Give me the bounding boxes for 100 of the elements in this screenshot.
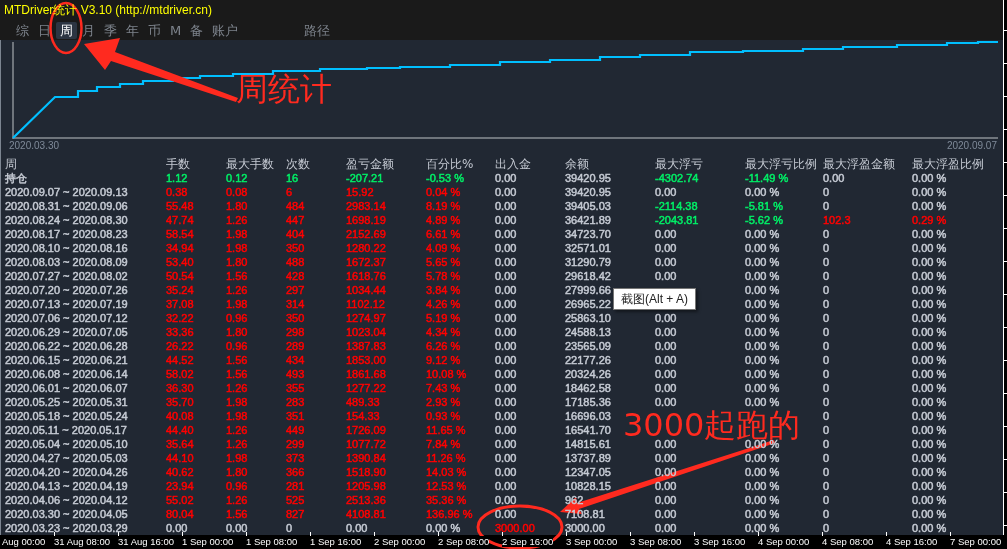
table-cell: 31290.79 bbox=[565, 255, 611, 269]
row-label: 2020.04.20 ~ 2020.04.26 bbox=[5, 465, 128, 479]
table-cell: 0.00 % bbox=[745, 269, 780, 283]
table-cell: 0 bbox=[823, 227, 830, 241]
table-cell: 0.00 bbox=[495, 353, 517, 367]
table-cell: 13737.89 bbox=[565, 451, 611, 465]
table-cell: 0 bbox=[823, 493, 830, 507]
time-axis-label: 4 Sep 00:00 bbox=[758, 536, 810, 547]
tab[interactable]: 币 bbox=[144, 21, 165, 39]
table-cell: 36421.89 bbox=[565, 213, 611, 227]
row-label: 2020.08.17 ~ 2020.08.23 bbox=[5, 227, 128, 241]
path-tab[interactable]: 路径 bbox=[300, 21, 335, 39]
table-cell: 0 bbox=[823, 325, 830, 339]
table-cell: 351 bbox=[286, 409, 305, 423]
time-axis-label: 2 Sep 00:00 bbox=[374, 536, 426, 547]
table-cell: 39420.95 bbox=[565, 185, 611, 199]
table-cell: 12.53 % bbox=[426, 479, 467, 493]
table-cell: 0 bbox=[823, 381, 830, 395]
table-cell: 0.00 bbox=[655, 451, 677, 465]
column-header: 盈亏金额 bbox=[346, 157, 394, 171]
table-cell: 0.00 bbox=[655, 507, 677, 521]
table-cell: 39420.95 bbox=[565, 171, 611, 185]
table-cell: 6 bbox=[286, 185, 293, 199]
table-cell: 1.98 bbox=[226, 395, 248, 409]
column-header: 最大手数 bbox=[226, 157, 274, 171]
table-cell: 0.12 bbox=[226, 171, 248, 185]
tab[interactable]: 月 bbox=[78, 21, 99, 39]
table-cell: 1205.98 bbox=[346, 479, 386, 493]
table-cell: 0.00 % bbox=[912, 339, 947, 353]
table-cell: 0 bbox=[823, 451, 830, 465]
table-cell: 0.00 % bbox=[745, 227, 780, 241]
row-label: 2020.05.18 ~ 2020.05.24 bbox=[5, 409, 128, 423]
table-cell: 4.34 % bbox=[426, 325, 461, 339]
table-cell: 0 bbox=[823, 465, 830, 479]
table-cell: 0.00 bbox=[655, 521, 677, 535]
table-cell: 1274.97 bbox=[346, 311, 386, 325]
tab[interactable]: 周 bbox=[56, 21, 77, 39]
table-cell: 0 bbox=[286, 521, 293, 535]
table-cell: 1.56 bbox=[226, 269, 248, 283]
column-header: 手数 bbox=[166, 157, 190, 171]
table-cell: 0 bbox=[823, 521, 830, 535]
table-cell: 6.26 % bbox=[426, 339, 461, 353]
table-cell: 0.00 % bbox=[912, 269, 947, 283]
table-cell: 366 bbox=[286, 465, 305, 479]
table-cell: 0.00 % bbox=[745, 339, 780, 353]
table-cell: 40.62 bbox=[166, 465, 194, 479]
table-cell: 7.43 % bbox=[426, 381, 461, 395]
table-cell: 10828.15 bbox=[565, 479, 611, 493]
row-label: 2020.04.06 ~ 2020.04.12 bbox=[5, 493, 128, 507]
table-cell: 0 bbox=[823, 353, 830, 367]
table-cell: 489.33 bbox=[346, 395, 380, 409]
table-cell: 33.36 bbox=[166, 325, 194, 339]
tab[interactable]: 日 bbox=[34, 21, 55, 39]
table-cell: 0.00 bbox=[495, 423, 517, 437]
tab[interactable]: 备 bbox=[186, 21, 208, 39]
table-cell: 449 bbox=[286, 423, 305, 437]
table-cell: 289 bbox=[286, 339, 305, 353]
table-cell: 0.00 % bbox=[912, 437, 947, 451]
row-label: 2020.03.30 ~ 2020.04.05 bbox=[5, 507, 128, 521]
tab[interactable]: 综 bbox=[12, 21, 33, 39]
tab[interactable]: 账户 bbox=[208, 21, 243, 39]
table-cell: 23.94 bbox=[166, 479, 194, 493]
table-cell: 3000.00 bbox=[565, 521, 605, 535]
table-cell: 0.00 % bbox=[912, 185, 947, 199]
table-cell: 1.56 bbox=[226, 507, 248, 521]
table-cell: 1102.12 bbox=[346, 297, 385, 311]
table-cell: 34723.70 bbox=[565, 227, 611, 241]
table-cell: 0.38 bbox=[166, 185, 188, 199]
table-cell: 0.00 % bbox=[912, 227, 947, 241]
table-cell: 0.08 bbox=[226, 185, 248, 199]
table-cell: 1077.72 bbox=[346, 437, 386, 451]
tab[interactable]: 年 bbox=[122, 21, 143, 39]
table-cell: 34.94 bbox=[166, 241, 194, 255]
table-cell: 0 bbox=[823, 367, 830, 381]
table-cell: 0.00 % bbox=[745, 297, 780, 311]
table-cell: 0 bbox=[823, 409, 830, 423]
row-label: 2020.06.15 ~ 2020.06.21 bbox=[5, 353, 128, 367]
row-label: 2020.08.24 ~ 2020.08.30 bbox=[5, 213, 128, 227]
table-cell: 484 bbox=[286, 199, 305, 213]
tab[interactable]: M bbox=[166, 21, 186, 39]
table-cell: 102.3 bbox=[823, 213, 851, 227]
table-cell: 1.26 bbox=[226, 283, 248, 297]
table-cell: 7108.81 bbox=[565, 507, 605, 521]
table-cell: 0.96 bbox=[226, 339, 248, 353]
table-cell: 1.26 bbox=[226, 213, 248, 227]
table-cell: 26965.22 bbox=[565, 297, 611, 311]
table-cell: 1277.22 bbox=[346, 381, 386, 395]
table-cell: 35.36 % bbox=[426, 493, 467, 507]
table-cell: 0.00 bbox=[495, 465, 517, 479]
table-cell: 0.00 bbox=[495, 381, 517, 395]
table-cell: 0.00 bbox=[655, 311, 677, 325]
table-cell: 0.00 % bbox=[745, 465, 780, 479]
table-cell: 0.00 bbox=[495, 507, 517, 521]
table-cell: 0.00 % bbox=[912, 255, 947, 269]
table-cell: 355 bbox=[286, 381, 305, 395]
table-cell: 0.00 % bbox=[912, 451, 947, 465]
table-cell: 0 bbox=[823, 423, 830, 437]
table-cell: 298 bbox=[286, 325, 305, 339]
table-cell: 0.00 bbox=[655, 227, 677, 241]
tab[interactable]: 季 bbox=[100, 21, 121, 39]
